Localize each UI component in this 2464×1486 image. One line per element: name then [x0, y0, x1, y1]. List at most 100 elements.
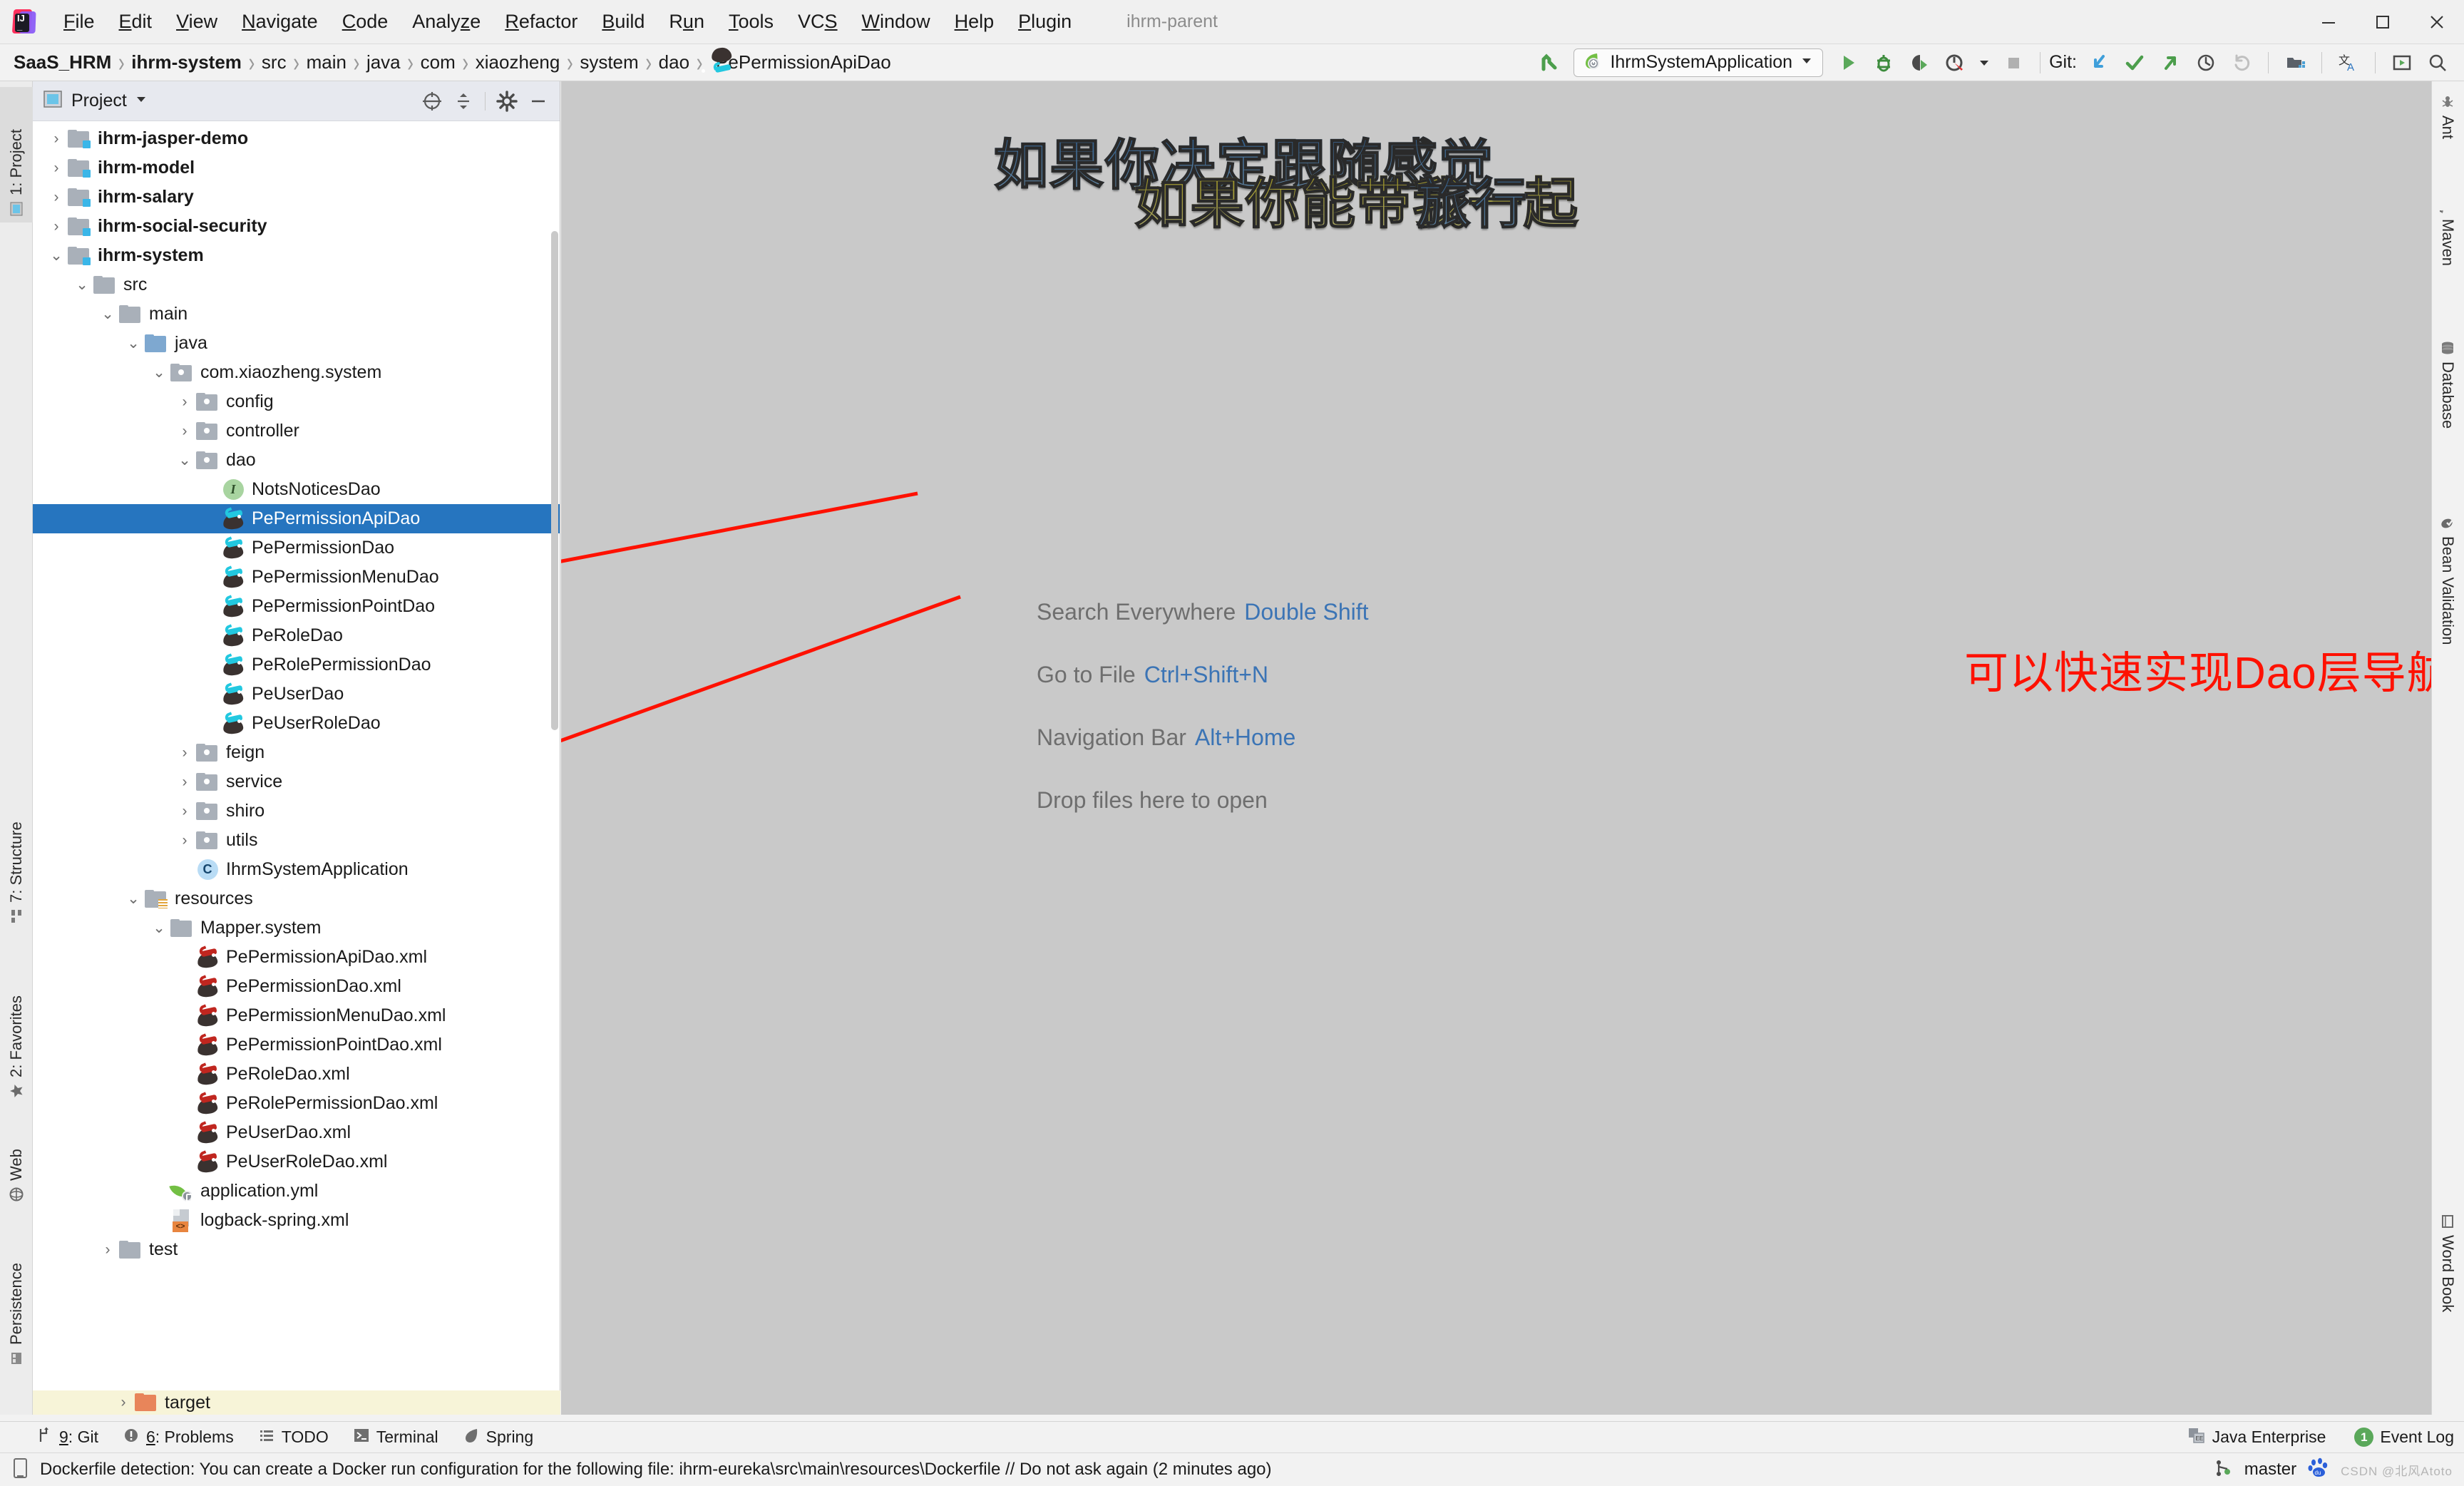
- tree-row[interactable]: PePermissionMenuDao.xml: [33, 1001, 560, 1030]
- menu-window[interactable]: Window: [850, 6, 943, 37]
- tree-row[interactable]: › ihrm-jasper-demo: [33, 124, 560, 153]
- present-icon[interactable]: [2384, 46, 2420, 79]
- tree-row-target-partial[interactable]: › target: [33, 1390, 560, 1415]
- tree-row[interactable]: PePermissionApiDao: [33, 504, 560, 533]
- sidebar-item-favorites[interactable]: 2: Favorites: [0, 951, 33, 1105]
- tree-row[interactable]: application.yml: [33, 1177, 560, 1206]
- tree-row[interactable]: › service: [33, 767, 560, 796]
- menu-plugin[interactable]: Plugin: [1006, 6, 1084, 37]
- chevron-right-icon[interactable]: ›: [174, 423, 195, 440]
- tree-row[interactable]: PeUserRoleDao.xml: [33, 1147, 560, 1177]
- menu-refactor[interactable]: Refactor: [493, 6, 590, 37]
- status-item-terminal[interactable]: Terminal: [353, 1427, 438, 1448]
- tree-row[interactable]: C IhrmSystemApplication: [33, 855, 560, 884]
- tree-row[interactable]: › shiro: [33, 796, 560, 826]
- chevron-right-icon[interactable]: ›: [46, 189, 67, 206]
- chevron-down-icon[interactable]: ⌄: [97, 305, 118, 323]
- status-item-spring[interactable]: Spring: [463, 1427, 533, 1448]
- git-branch-label[interactable]: master: [2244, 1460, 2296, 1480]
- chevron-right-icon[interactable]: ›: [46, 130, 67, 148]
- chevron-down-icon[interactable]: ⌄: [46, 247, 67, 265]
- chevron-right-icon[interactable]: ›: [46, 160, 67, 177]
- baidu-icon[interactable]: du: [2308, 1457, 2329, 1482]
- commit-icon[interactable]: [2117, 46, 2152, 79]
- tree-row[interactable]: PeRoleDao.xml: [33, 1060, 560, 1089]
- run-with-coverage-icon[interactable]: [1901, 46, 1937, 79]
- chevron-down-icon[interactable]: [134, 92, 148, 110]
- profiler-dropdown-icon[interactable]: [1973, 46, 1996, 79]
- tree-row[interactable]: PeRolePermissionDao: [33, 650, 560, 680]
- tree-row[interactable]: › test: [33, 1235, 560, 1264]
- menu-help[interactable]: Help: [943, 6, 1007, 37]
- chevron-down-icon[interactable]: ⌄: [148, 364, 170, 381]
- editor-empty-area[interactable]: 如果你决定跟随感觉 如果你能带我一起 旅行 Search EverywhereD…: [561, 81, 2431, 1415]
- tree-row[interactable]: › ihrm-model: [33, 153, 560, 183]
- status-item-problems[interactable]: 6: Problems: [123, 1427, 234, 1448]
- run-icon[interactable]: [1830, 46, 1866, 79]
- breadcrumb-item-system[interactable]: system: [578, 51, 640, 73]
- status-item-java-enterprise[interactable]: EE Java Enterprise: [2187, 1426, 2326, 1449]
- tree-row[interactable]: ⌄ java: [33, 329, 560, 358]
- open-folder-icon[interactable]: [2277, 46, 2313, 79]
- tree-row[interactable]: › controller: [33, 416, 560, 446]
- menu-build[interactable]: Build: [590, 6, 657, 37]
- profiler-icon[interactable]: [1937, 46, 1973, 79]
- history-icon[interactable]: [2188, 46, 2224, 79]
- tree-row[interactable]: PeUserDao: [33, 680, 560, 709]
- tree-row[interactable]: I NotsNoticesDao: [33, 475, 560, 504]
- debug-icon[interactable]: [1866, 46, 1901, 79]
- run-configuration-selector[interactable]: IhrmSystemApplication: [1574, 48, 1824, 77]
- breadcrumb-item-src[interactable]: src: [260, 51, 289, 73]
- sidebar-item-maven[interactable]: m Maven: [2431, 192, 2464, 317]
- chevron-right-icon[interactable]: ›: [46, 218, 67, 235]
- menu-edit[interactable]: Edit: [107, 6, 165, 37]
- breadcrumb-item-dao[interactable]: dao: [657, 51, 692, 73]
- chevron-right-icon[interactable]: ›: [174, 832, 195, 849]
- chevron-down-icon[interactable]: ⌄: [148, 919, 170, 937]
- maximize-button[interactable]: [2356, 0, 2410, 44]
- build-icon[interactable]: [1531, 46, 1566, 79]
- breadcrumb-item-xiaozheng[interactable]: xiaozheng: [473, 51, 563, 73]
- menu-analyze[interactable]: Analyze: [400, 6, 493, 37]
- tree-row[interactable]: PeUserDao.xml: [33, 1118, 560, 1147]
- tree-row[interactable]: PeUserRoleDao: [33, 709, 560, 738]
- sidebar-item-ant[interactable]: Ant: [2431, 88, 2464, 170]
- sidebar-item-project[interactable]: 1: Project: [0, 87, 33, 222]
- chevron-down-icon[interactable]: ⌄: [71, 276, 93, 294]
- breadcrumb-item-main[interactable]: main: [304, 51, 349, 73]
- tree-row[interactable]: PePermissionMenuDao: [33, 563, 560, 592]
- collapse-all-icon[interactable]: [449, 87, 478, 116]
- status-item-git[interactable]: 9: Git: [36, 1427, 98, 1448]
- gear-icon[interactable]: [493, 87, 521, 116]
- tree-row[interactable]: › ihrm-social-security: [33, 212, 560, 241]
- tree-row[interactable]: PePermissionDao.xml: [33, 972, 560, 1001]
- tree-row[interactable]: › ihrm-salary: [33, 183, 560, 212]
- breadcrumb-item-java[interactable]: java: [364, 51, 403, 73]
- tree-row[interactable]: PePermissionDao: [33, 533, 560, 563]
- hide-icon[interactable]: [524, 87, 553, 116]
- menu-vcs[interactable]: VCS: [786, 6, 850, 37]
- sidebar-item-word-book[interactable]: Word Book: [2431, 1208, 2464, 1372]
- breadcrumb-item-file[interactable]: PePermissionApiDao: [702, 46, 893, 73]
- tree-row[interactable]: › config: [33, 387, 560, 416]
- tree-row[interactable]: › utils: [33, 826, 560, 855]
- menu-navigate[interactable]: Navigate: [230, 6, 330, 37]
- breadcrumb-item-com[interactable]: com: [419, 51, 458, 73]
- chevron-right-icon[interactable]: ›: [174, 394, 195, 411]
- revert-icon[interactable]: [2224, 46, 2259, 79]
- tree-row[interactable]: › feign: [33, 738, 560, 767]
- select-opened-file-icon[interactable]: [418, 87, 446, 116]
- menu-file[interactable]: File: [51, 6, 107, 37]
- sidebar-item-structure[interactable]: 7: Structure: [0, 780, 33, 930]
- update-project-icon[interactable]: [2081, 46, 2117, 79]
- chevron-down-icon[interactable]: [1800, 53, 1814, 71]
- menu-run[interactable]: Run: [657, 6, 717, 37]
- project-tree-vertical-scrollbar[interactable]: [551, 231, 558, 730]
- tree-row[interactable]: <> logback-spring.xml: [33, 1206, 560, 1235]
- chevron-right-icon[interactable]: ›: [174, 803, 195, 820]
- chevron-down-icon[interactable]: ⌄: [174, 451, 195, 469]
- chevron-right-icon[interactable]: ›: [174, 774, 195, 791]
- tree-row[interactable]: PePermissionApiDao.xml: [33, 943, 560, 972]
- sidebar-item-database[interactable]: Database: [2431, 334, 2464, 495]
- tree-row[interactable]: ⌄ Mapper.system: [33, 913, 560, 943]
